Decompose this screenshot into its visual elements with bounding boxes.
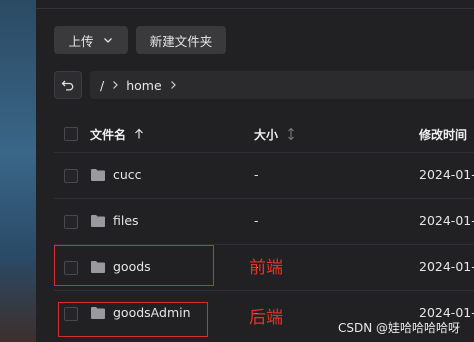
- column-header-modified[interactable]: 修改时间: [419, 125, 467, 143]
- breadcrumb: / home: [90, 71, 474, 99]
- upload-button-label: 上传: [68, 33, 94, 49]
- breadcrumb-home[interactable]: home: [126, 78, 161, 93]
- folder-icon: [91, 215, 105, 227]
- annotation-label-frontend: 前端: [249, 258, 283, 278]
- file-modified: 2024-01-2: [419, 213, 474, 228]
- row-checkbox[interactable]: [64, 169, 78, 183]
- chevron-right-icon: [170, 81, 176, 89]
- chevron-down-icon: [103, 38, 112, 43]
- column-header-name-label: 文件名: [90, 127, 127, 142]
- file-modified: 2024-01-2: [419, 167, 474, 182]
- annotation-label-backend: 后端: [249, 308, 283, 328]
- desktop-background-strip: [0, 0, 36, 342]
- file-size: -: [254, 213, 259, 228]
- sort-icon: [288, 127, 294, 141]
- column-header-modified-label: 修改时间: [419, 127, 468, 142]
- new-folder-button-label: 新建文件夹: [149, 33, 213, 49]
- chevron-right-icon: [113, 81, 119, 89]
- file-modified: 2024-01-2: [419, 305, 474, 320]
- table-row[interactable]: cucc - 2024-01-2: [36, 153, 474, 199]
- breadcrumb-root[interactable]: /: [100, 78, 104, 93]
- new-folder-button[interactable]: 新建文件夹: [136, 26, 226, 54]
- back-button[interactable]: [54, 71, 82, 99]
- sort-ascending-icon: [135, 128, 143, 139]
- upload-button[interactable]: 上传: [54, 26, 128, 54]
- file-manager-panel: 上传 新建文件夹 / home 文件名 大小 修改时间 cucc - 2024-…: [36, 0, 474, 342]
- column-header-size-label: 大小: [254, 127, 279, 142]
- file-modified: 2024-01-2: [419, 259, 474, 274]
- watermark: CSDN @娃哈哈哈哈呀: [338, 321, 461, 335]
- file-name[interactable]: cucc: [113, 167, 142, 182]
- annotation-box-backend: [58, 302, 208, 337]
- column-header-name[interactable]: 文件名: [90, 125, 146, 143]
- file-size: -: [254, 167, 259, 182]
- file-name[interactable]: files: [113, 213, 139, 228]
- folder-icon: [91, 169, 105, 181]
- annotation-box-frontend: [54, 245, 214, 286]
- undo-arrow-icon: [61, 80, 74, 91]
- select-all-checkbox[interactable]: [64, 127, 78, 141]
- divider: [36, 8, 474, 9]
- row-checkbox[interactable]: [64, 215, 78, 229]
- table-row[interactable]: files - 2024-01-2: [36, 199, 474, 245]
- column-header-size[interactable]: 大小: [254, 125, 297, 143]
